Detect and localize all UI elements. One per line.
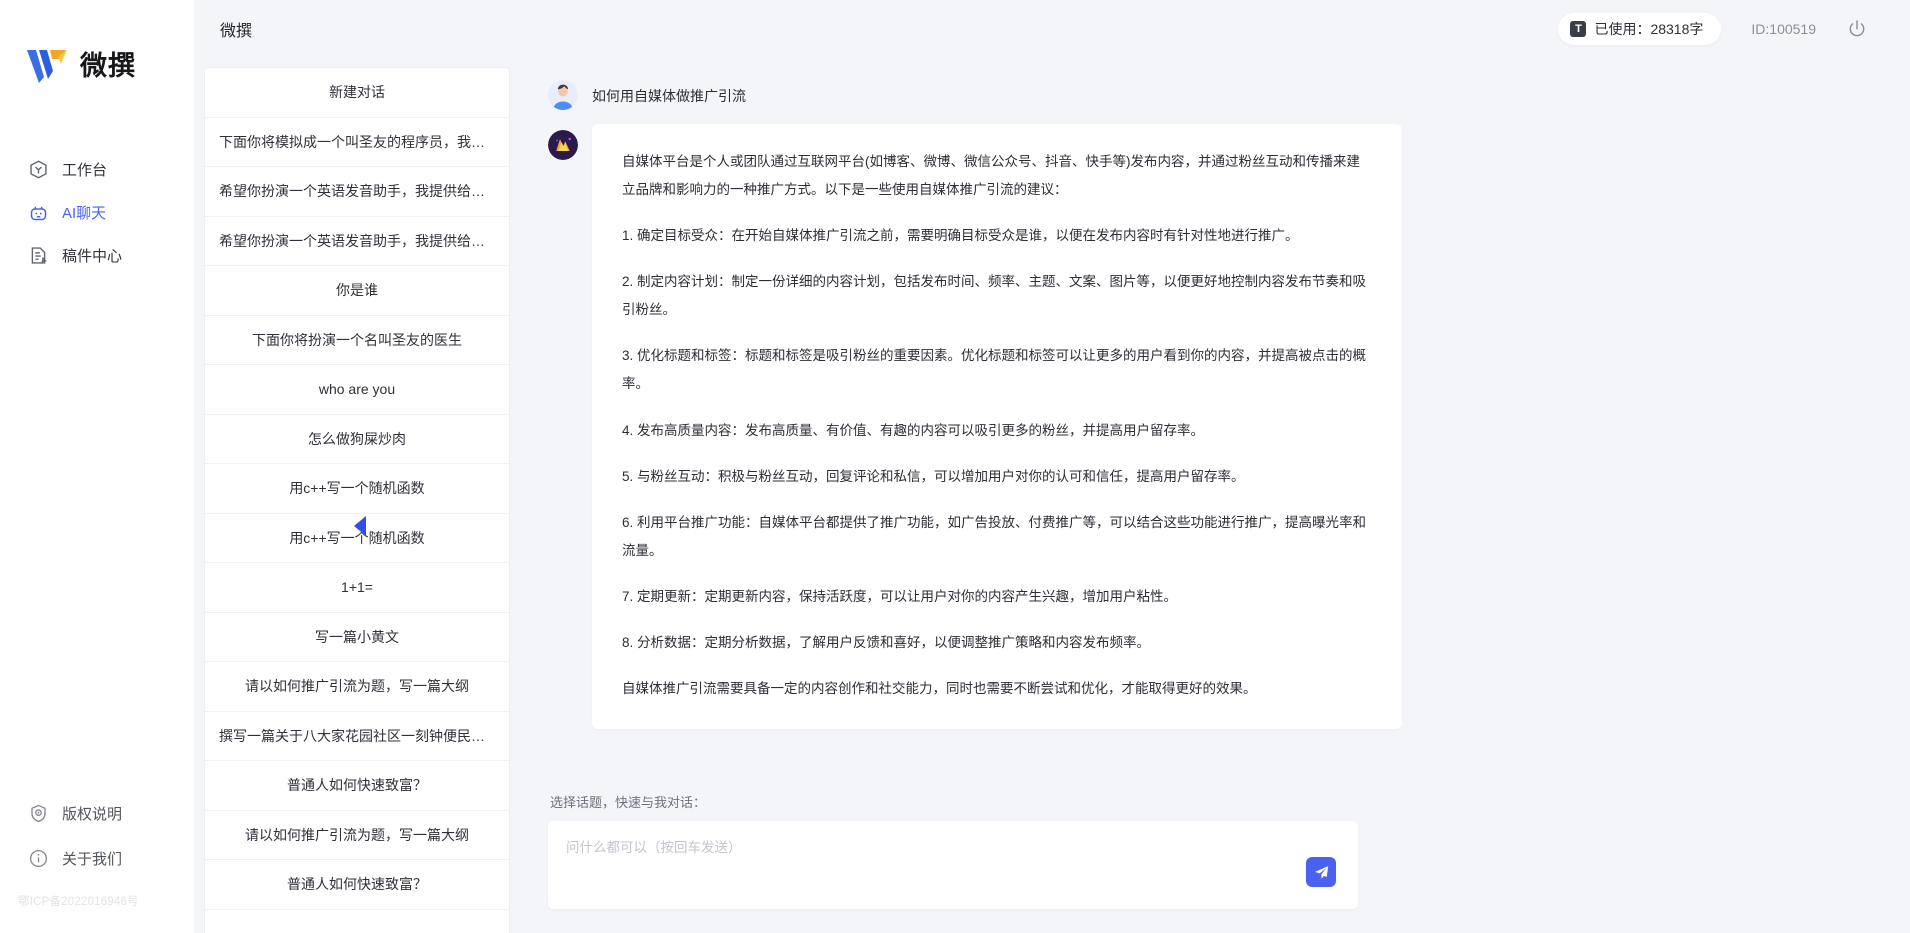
panel-collapse-handle[interactable] <box>352 513 370 539</box>
shield-copyright-icon <box>31 804 46 822</box>
message-input-wrapper <box>548 821 1358 909</box>
sidebar-item-label: 版权说明 <box>62 805 123 823</box>
sidebar-item-label: AI聊天 <box>62 204 107 222</box>
sidebar-item-label: 稿件中心 <box>62 247 123 265</box>
workbench-hexagon-icon <box>30 159 47 179</box>
token-badge-icon: T <box>1570 21 1587 37</box>
conversation-item[interactable]: 你是谁 <box>205 266 509 316</box>
conversation-item-label: 请以如何推广引流为题，写一篇大纲 <box>245 826 469 843</box>
message-input[interactable] <box>548 821 1358 909</box>
conversation-item[interactable]: 下面你将扮演一个名叫圣友的医生 <box>205 316 509 365</box>
left-sidebar: 微撰 工作台 AI聊天 稿件中心 版权说明 关于我们 鄂ICP备20220169… <box>0 0 194 933</box>
ai-paragraph: 8. 分析数据：定期分析数据，了解用户反馈和喜好，以便调整推广策略和内容发布频率… <box>622 634 1151 650</box>
content-row: 新建对话下面你将模拟成一个叫圣友的程序员，我说... 希望你扮演一个英语发音助手，… <box>194 58 1910 933</box>
sidebar-item-label: 关于我们 <box>62 850 123 868</box>
app-root: 微撰 工作台 AI聊天 稿件中心 版权说明 关于我们 鄂ICP备20220169… <box>0 0 1910 933</box>
sidebar-item-workbench[interactable]: 工作台 <box>0 148 194 190</box>
conversation-item[interactable]: 写一篇小黄文 <box>205 613 509 662</box>
sidebar-nav: 工作台 AI聊天 稿件中心 <box>0 148 194 277</box>
conversation-item-label: 请以如何推广引流为题，写一篇大纲 <box>245 678 469 695</box>
conversation-item-label: 下面你将模拟成一个叫圣友的程序员，我说... <box>219 133 495 150</box>
usage-chip[interactable]: T 已使用：28318字 <box>1558 13 1722 45</box>
conversation-item-label: 普通人如何快速致富？ <box>287 777 427 794</box>
w-logo-icon <box>27 50 67 83</box>
ai-robot-icon <box>30 206 47 220</box>
ai-paragraph: 4. 发布高质量内容：发布高质量、有价值、有趣的内容可以吸引更多的粉丝，并提高用… <box>622 422 1205 438</box>
composer: 选择话题，快速与我对话： <box>548 786 1868 933</box>
brand-name: 微撰 <box>80 50 136 81</box>
conversation-list[interactable]: 新建对话下面你将模拟成一个叫圣友的程序员，我说... 希望你扮演一个英语发音助手，… <box>205 68 509 933</box>
conversation-item[interactable]: 下面你将模拟成一个叫圣友的程序员，我说... <box>205 118 509 167</box>
top-bar: 微撰 T 已使用：28318字 ID:100519 <box>194 0 1910 58</box>
chat-scroll-area[interactable]: 如何用自媒体做推广引流 自媒体平台是个人或团队通过互联网平台(如博客、微博、微信… <box>548 58 1868 786</box>
conversation-item[interactable]: 请以如何推广引流为题，写一篇大纲 <box>205 811 509 860</box>
conversation-item-label: 希望你扮演一个英语发音助手，我提供给你... <box>219 232 495 249</box>
conversation-item-label: 撰写一篇关于八大家花园社区一刻钟便民生... <box>219 727 495 744</box>
ai-paragraph: 5. 与粉丝互动：积极与粉丝互动，回复评论和私信，可以增加用户对你的认可和信任，… <box>622 468 1245 484</box>
document-edit-icon <box>31 246 47 264</box>
ai-message-bubble: 自媒体平台是个人或团队通过互联网平台(如博客、微博、微信公众号、抖音、快手等)发… <box>592 124 1402 730</box>
conversation-item[interactable]: 普通人如何快速致富？ <box>205 860 509 910</box>
user-message-text: 如何用自媒体做推广引流 <box>592 88 746 104</box>
ai-avatar-icon <box>548 130 578 160</box>
conversation-item[interactable]: 希望你扮演一个英语发音助手，我提供给你... <box>205 217 509 266</box>
ai-paragraph: 自媒体推广引流需要具备一定的内容创作和社交能力，同时也需要不断尝试和优化，才能取… <box>622 681 1257 697</box>
user-avatar-icon <box>548 80 578 110</box>
conversation-item-label: 普通人如何快速致富？ <box>287 876 427 893</box>
conversation-item-label: 用c++写一个随机函数 <box>289 480 425 497</box>
conversation-panel: 新建对话下面你将模拟成一个叫圣友的程序员，我说... 希望你扮演一个英语发音助手，… <box>204 67 510 933</box>
main-column: 微撰 T 已使用：28318字 ID:100519 新建对话下面你将模拟成一个叫… <box>194 0 1910 933</box>
sidebar-item-drafts[interactable]: 稿件中心 <box>0 234 194 276</box>
conversation-item-label: 新建对话 <box>329 84 385 101</box>
conversation-item[interactable]: 希望你扮演一个英语发音助手，我提供给你... <box>205 167 509 217</box>
conversation-item[interactable]: 撰写一篇关于八大家花园社区一刻钟便民生... <box>205 712 509 761</box>
ai-paragraph: 3. 优化标题和标签：标题和标签是吸引粉丝的重要因素。优化标题和标签可以让更多的… <box>622 348 1367 392</box>
ai-message: 自媒体平台是个人或团队通过互联网平台(如博客、微博、微信公众号、抖音、快手等)发… <box>548 124 1868 730</box>
sidebar-item-label: 工作台 <box>62 161 108 179</box>
conversation-item[interactable]: 1+1= <box>205 563 509 613</box>
ai-paragraph: 自媒体平台是个人或团队通过互联网平台(如博客、微博、微信公众号、抖音、快手等)发… <box>622 154 1360 198</box>
send-paper-plane-icon <box>1314 865 1328 879</box>
info-circle-icon <box>29 849 48 867</box>
sidebar-bottom-nav: 版权说明 关于我们 鄂ICP备2022016946号 <box>0 791 194 933</box>
top-bar-right: T 已使用：28318字 ID:100519 <box>1558 13 1868 45</box>
conversation-item[interactable]: 普通人如何快速致富？ <box>205 761 509 811</box>
ai-paragraph: 6. 利用平台推广功能：自媒体平台都提供了推广功能，如广告投放、付费推广等，可以… <box>622 514 1367 558</box>
conversation-item-label: who are you <box>318 381 396 398</box>
power-icon[interactable] <box>1846 18 1868 40</box>
icp-record-number[interactable]: 鄂ICP备2022016946号 <box>0 881 194 925</box>
chevron-left-triangle-icon <box>354 516 366 536</box>
conversation-item-label: 写一篇小黄文 <box>315 628 399 645</box>
chat-pane: 如何用自媒体做推广引流 自媒体平台是个人或团队通过互联网平台(如博客、微博、微信… <box>510 58 1910 933</box>
conversation-item-label: 希望你扮演一个英语发音助手，我提供给你... <box>219 183 495 200</box>
conversation-item[interactable]: 怎么做狗屎炒肉 <box>205 415 509 464</box>
brand: 微撰 <box>0 0 194 96</box>
page-title: 微撰 <box>220 23 253 40</box>
user-message: 如何用自媒体做推广引流 <box>548 80 1868 110</box>
sidebar-item-copyright[interactable]: 版权说明 <box>0 791 194 835</box>
ai-paragraph: 1. 确定目标受众：在开始自媒体推广引流之前，需要明确目标受众是谁，以便在发布内… <box>622 228 1299 244</box>
conversation-item[interactable]: 请以如何推广引流为题，写一篇大纲 <box>205 662 509 712</box>
conversation-item-label: 下面你将扮演一个名叫圣友的医生 <box>252 331 462 348</box>
composer-label: 选择话题，快速与我对话： <box>550 795 707 810</box>
usage-label: 已使用：28318字 <box>1594 21 1704 37</box>
ai-paragraph: 7. 定期更新：定期更新内容，保持活跃度，可以让用户对你的内容产生兴趣，增加用户… <box>622 588 1178 604</box>
sidebar-item-about[interactable]: 关于我们 <box>0 836 194 880</box>
conversation-item-label: 怎么做狗屎炒肉 <box>308 430 406 447</box>
conversation-item-label: 你是谁 <box>336 282 378 299</box>
conversation-item[interactable]: who are you <box>205 365 509 415</box>
conversation-item-label: 1+1= <box>341 579 373 596</box>
sidebar-item-ai-chat[interactable]: AI聊天 <box>0 191 194 233</box>
ai-paragraph: 2. 制定内容计划：制定一份详细的内容计划，包括发布时间、频率、主题、文案、图片… <box>622 274 1367 318</box>
new-conversation-button[interactable]: 新建对话 <box>205 68 509 118</box>
user-id: ID:100519 <box>1751 21 1816 37</box>
conversation-item[interactable]: 用c++写一个随机函数 <box>205 464 509 514</box>
send-button[interactable] <box>1306 857 1336 887</box>
